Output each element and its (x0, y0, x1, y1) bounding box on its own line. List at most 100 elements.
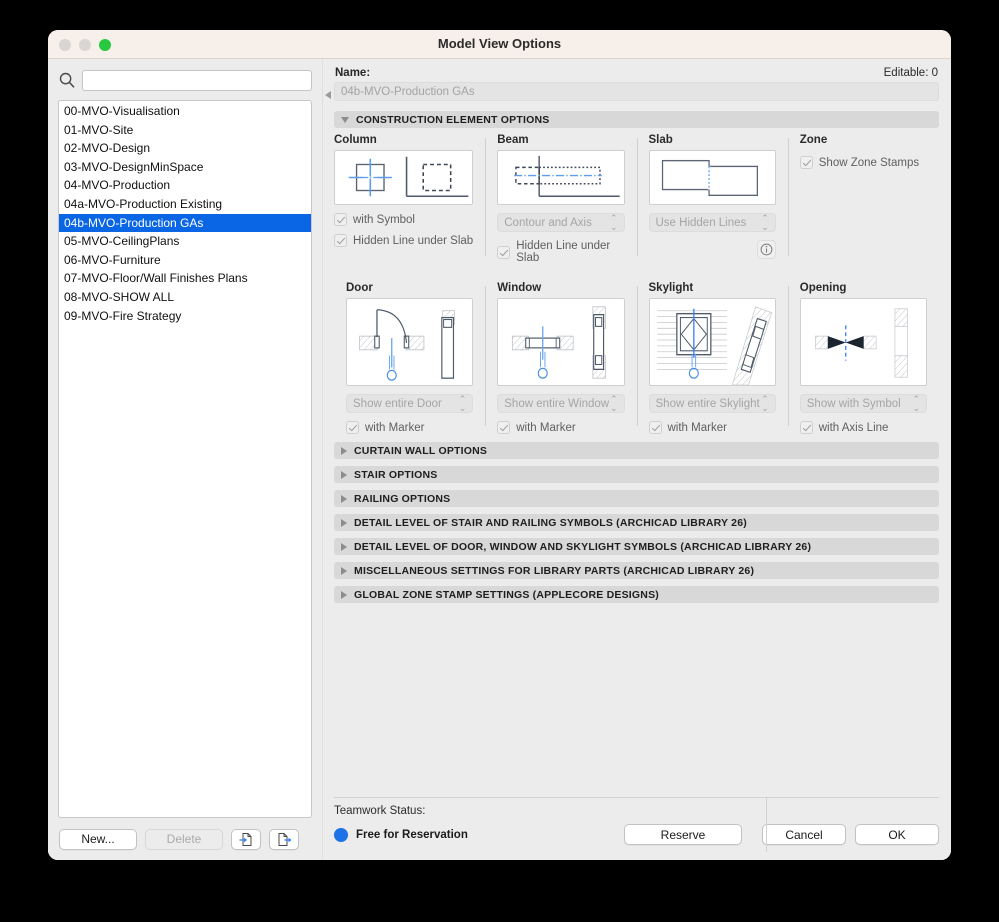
beam-title: Beam (497, 134, 529, 146)
checkbox-label: Hidden Line under Slab (516, 240, 611, 264)
zone-show-stamps-checkbox[interactable]: Show Zone Stamps (799, 156, 927, 169)
chevron-right-icon (341, 518, 347, 527)
opening-symbol-preview[interactable] (799, 298, 927, 386)
options-scroll-area: Name: Editable: 0 04b-MVO-Production GAs… (334, 59, 939, 797)
skylight-with-marker-checkbox[interactable]: with Marker (648, 421, 776, 434)
popup-value: Use Hidden Lines (655, 216, 747, 229)
slab-info-row (649, 232, 776, 259)
import-document-icon[interactable] (231, 828, 261, 850)
info-icon[interactable] (756, 240, 776, 259)
checkbox-icon (648, 421, 662, 434)
checkbox-label: with Marker (667, 421, 727, 434)
stepper-icon: ⌃ ⌄ (609, 393, 618, 413)
opening-with-axis-line-checkbox[interactable]: with Axis Line (799, 421, 927, 434)
section-title: DETAIL LEVEL OF STAIR AND RAILING SYMBOL… (354, 516, 747, 529)
list-item[interactable]: 08-MVO-SHOW ALL (59, 288, 311, 307)
slab-display-popup[interactable]: Use Hidden Lines ⌃ ⌄ (648, 213, 776, 232)
ok-button[interactable]: OK (855, 824, 939, 845)
section-title: STAIR OPTIONS (354, 468, 438, 481)
door-display-popup[interactable]: Show entire Door ⌃ ⌄ (346, 393, 474, 413)
beam-display-popup[interactable]: Contour and Axis ⌃ ⌄ (497, 212, 625, 232)
opening-title: Opening (799, 282, 847, 294)
list-item[interactable]: 04b-MVO-Production GAs (59, 213, 311, 233)
collapsed-section-header[interactable]: DETAIL LEVEL OF DOOR, WINDOW AND SKYLIGH… (334, 538, 939, 555)
status-badge (334, 827, 348, 842)
popup-value: Show entire Skylight (655, 397, 760, 410)
door-title: Door (346, 282, 373, 294)
cell-window: Window Show entire Window ⌃ ⌄ with Marke… (485, 282, 636, 434)
collapsed-section-header[interactable]: GLOBAL ZONE STAMP SETTINGS (APPLECORE DE… (334, 586, 939, 603)
window-body: 00-MVO-Visualisation 01-MVO-Site 02-MVO-De… (48, 59, 951, 860)
search-input[interactable] (82, 69, 312, 91)
column-title: Column (334, 134, 377, 146)
list-item[interactable]: 05-MVO-CeilingPlans (59, 232, 311, 251)
list-item[interactable]: 06-MVO-Furniture (59, 251, 311, 270)
popup-value: Show entire Door (353, 397, 442, 410)
collapsed-section-header[interactable]: RAILING OPTIONS (334, 490, 939, 507)
door-with-marker-checkbox[interactable]: with Marker (346, 421, 473, 434)
list-item[interactable]: 04-MVO-Production (59, 176, 311, 195)
chevron-right-icon (341, 566, 347, 575)
construction-elements-grid: Column with Symbol Hidden Line under Sla… (334, 134, 939, 434)
window-plan-preview[interactable] (497, 298, 625, 386)
collapsed-section-header[interactable]: DETAIL LEVEL OF STAIR AND RAILING SYMBOL… (334, 514, 939, 531)
skylight-plan-preview[interactable] (648, 298, 776, 386)
list-item[interactable]: 04a-MVO-Production Existing (59, 195, 311, 214)
list-item[interactable]: 07-MVO-Floor/Wall Finishes Plans (59, 269, 311, 288)
checkbox-icon (799, 156, 813, 169)
collapse-sidebar-icon[interactable] (325, 91, 331, 99)
cell-slab: Slab Use Hidden Lines ⌃ ⌄ (636, 134, 788, 264)
mvo-list[interactable]: 00-MVO-Visualisation 01-MVO-Site 02-MVO-De… (58, 100, 312, 818)
door-plan-preview[interactable] (346, 298, 474, 386)
export-document-icon[interactable] (269, 828, 299, 850)
collapsed-section-header[interactable]: CURTAIN WALL OPTIONS (334, 442, 939, 459)
beam-contour-axis-preview[interactable] (497, 150, 625, 205)
delete-button[interactable]: Delete (145, 828, 223, 850)
popup-value: Show entire Window (504, 397, 610, 410)
window-display-popup[interactable]: Show entire Window ⌃ ⌄ (497, 393, 625, 413)
checkbox-icon (334, 213, 347, 226)
list-item[interactable]: 00-MVO-Visualisation (59, 102, 311, 121)
footer-buttons: Reserve Cancel OK (624, 824, 939, 845)
collapsed-sections: CURTAIN WALL OPTIONS STAIR OPTIONS RAILING… (334, 442, 939, 603)
slab-hidden-lines-preview[interactable] (648, 150, 776, 205)
cancel-button[interactable]: Cancel (762, 824, 846, 845)
window-title: Model View Options (437, 36, 562, 51)
opening-display-popup[interactable]: Show with Symbol ⌃ ⌄ (799, 393, 927, 413)
stepper-icon: ⌃ ⌄ (458, 393, 467, 413)
collapsed-section-header[interactable]: STAIR OPTIONS (334, 466, 939, 483)
skylight-display-popup[interactable]: Show entire Skylight ⌃ ⌄ (648, 393, 776, 413)
stepper-icon: ⌃ ⌄ (912, 393, 920, 413)
column-hidden-line-checkbox[interactable]: Hidden Line under Slab (334, 234, 473, 247)
sidebar-buttons: New... Delete (58, 818, 312, 860)
stepper-icon: ⌃ ⌄ (761, 393, 769, 413)
list-item[interactable]: 03-MVO-DesignMinSpace (59, 158, 311, 177)
list-item[interactable]: 01-MVO-Site (59, 121, 311, 140)
skylight-title: Skylight (648, 282, 694, 294)
column-with-symbol-checkbox[interactable]: with Symbol (334, 213, 473, 226)
section-title: CURTAIN WALL OPTIONS (354, 444, 488, 457)
panel-splitter[interactable] (322, 59, 334, 860)
section-title: CONSTRUCTION ELEMENT OPTIONS (356, 113, 550, 126)
name-field[interactable]: 04b-MVO-Production GAs (334, 82, 939, 101)
column-symbol-preview[interactable] (334, 150, 474, 205)
model-view-options-window: Model View Options 00-MVO-Visualisation 0… (48, 30, 951, 860)
section-construction-element-options[interactable]: CONSTRUCTION ELEMENT OPTIONS (334, 111, 939, 128)
reserve-button[interactable]: Reserve (624, 824, 742, 845)
mvo-sidebar: 00-MVO-Visualisation 01-MVO-Site 02-MVO-De… (48, 59, 322, 860)
options-panel: Name: Editable: 0 04b-MVO-Production GAs… (334, 59, 951, 860)
list-item[interactable]: 09-MVO-Fire Strategy (59, 307, 311, 326)
checkbox-label: Show Zone Stamps (818, 156, 920, 169)
cell-opening: Opening Show with Symbol ⌃ ⌄ with Axis L… (787, 282, 939, 434)
collapsed-section-header[interactable]: MISCELLANEOUS SETTINGS FOR LIBRARY PARTS… (334, 562, 939, 579)
beam-hidden-line-checkbox[interactable]: Hidden Line under Slab (497, 240, 624, 264)
chevron-right-icon (341, 446, 347, 455)
section-title: RAILING OPTIONS (354, 492, 451, 505)
cell-column: Column with Symbol Hidden Line under Sla… (334, 134, 485, 264)
window-title-label: Window (497, 282, 542, 294)
new-button[interactable]: New... (59, 828, 137, 850)
list-item[interactable]: 02-MVO-Design (59, 139, 311, 158)
stepper-icon: ⌃ ⌄ (609, 212, 618, 232)
chevron-right-icon (341, 470, 347, 479)
window-with-marker-checkbox[interactable]: with Marker (497, 421, 624, 434)
